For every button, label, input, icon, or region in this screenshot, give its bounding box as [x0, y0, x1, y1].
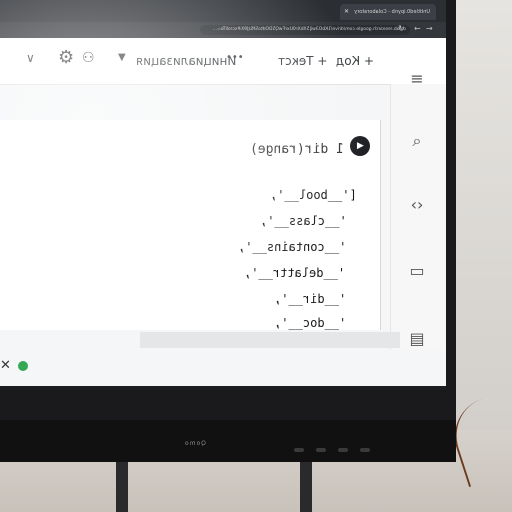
output-line: '__dir__', — [274, 292, 347, 306]
tab-close-icon[interactable]: ✕ — [344, 8, 349, 15]
forward-icon[interactable]: ← — [414, 24, 421, 33]
menu-icon[interactable]: ≡ — [405, 68, 429, 90]
browser-tab-strip: Untitled0.ipynb - Colaboratory ✕ — [0, 0, 446, 22]
users-icon[interactable]: ⚇ — [82, 50, 95, 66]
output-scrollbar[interactable] — [140, 332, 400, 348]
add-code-button[interactable]: + Код — [336, 54, 374, 68]
terminal-icon[interactable]: ▤ — [405, 328, 429, 350]
screen: Untitled0.ipynb - Colaboratory ✕ colab.r… — [0, 0, 446, 390]
browser-tab[interactable]: Untitled0.ipynb - Colaboratory — [340, 4, 436, 20]
close-icon[interactable]: ✕ — [0, 358, 11, 373]
output-line: '__delattr__', — [244, 266, 346, 280]
output-line: '__doc__', — [274, 316, 347, 330]
output-line: '__contains__', — [238, 240, 347, 254]
back-icon[interactable]: → — [426, 24, 433, 33]
output-line: '__class__', — [260, 214, 347, 228]
url-field[interactable]: colab.research.google.com/drive/1KbO3wiJ… — [200, 25, 410, 35]
code-snippets-icon[interactable]: ‹› — [405, 194, 429, 216]
notebook-toolbar: + Код + Текст ••• Инициализация ▼ ⚇ ⚙ ∨ — [0, 38, 446, 85]
stand-leg-left — [116, 455, 128, 512]
status-bar — [0, 350, 446, 386]
output-line: ['__bool__', — [270, 188, 357, 202]
gear-icon[interactable]: ⚙ — [58, 47, 74, 68]
taskbar — [0, 386, 446, 390]
cell-output: ['__bool__', '__class__', '__contains__'… — [140, 178, 380, 330]
monitor-frame: Qomo Untitled0.ipynb - Colaboratory ✕ co… — [0, 0, 456, 462]
connection-status[interactable]: Инициализация — [136, 54, 236, 68]
add-text-button[interactable]: + Текст — [278, 54, 327, 68]
cell-source[interactable]: 1 dir(range) — [250, 142, 344, 157]
collapse-chevron-icon[interactable]: ∨ — [26, 51, 35, 65]
reload-icon[interactable]: ↻ — [398, 24, 405, 33]
search-icon[interactable]: ⌕ — [405, 130, 429, 152]
status-ok-icon — [18, 361, 28, 371]
dropdown-chevron-icon[interactable]: ▼ — [118, 52, 126, 63]
files-icon[interactable]: ▭ — [405, 260, 429, 282]
monitor-brand-label: Qomo — [184, 440, 206, 447]
monitor-bezel-bottom — [0, 420, 456, 462]
address-bar: colab.research.google.com/drive/1KbO3wiJ… — [0, 22, 446, 38]
run-cell-button[interactable]: ◀ — [350, 136, 370, 156]
stand-leg-right — [300, 455, 312, 512]
